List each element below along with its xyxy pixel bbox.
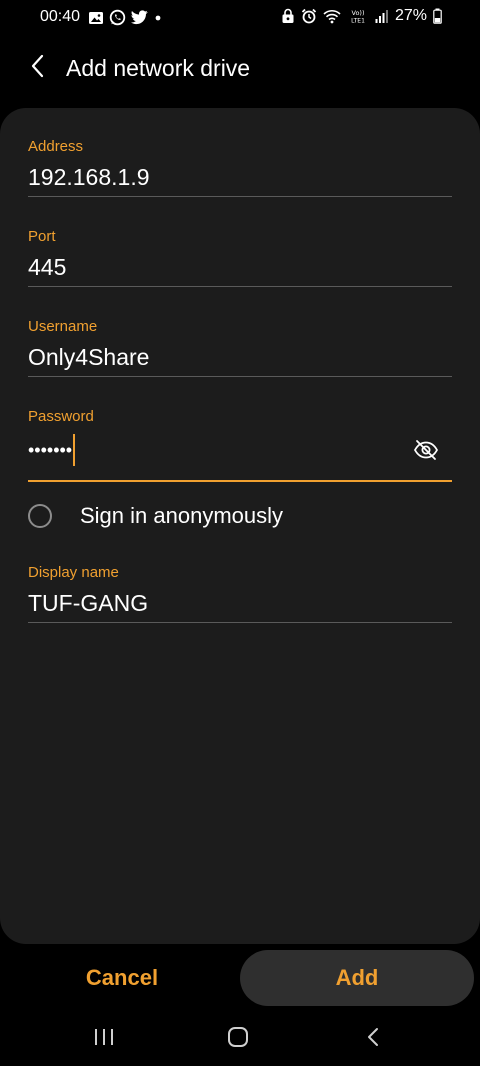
notification-dot-icon <box>153 10 163 26</box>
volte-icon: Vo)) LTE1 <box>347 8 369 24</box>
port-field[interactable]: Port 445 <box>28 228 452 287</box>
home-icon <box>227 1026 249 1053</box>
port-underline <box>28 286 452 287</box>
username-label: Username <box>28 318 98 335</box>
display-name-field[interactable]: Display name TUF-GANG <box>28 564 452 623</box>
cancel-button[interactable]: Cancel <box>4 950 240 1006</box>
address-label: Address <box>28 138 84 155</box>
display-name-underline <box>28 622 452 623</box>
app-bar: Add network drive <box>0 40 480 96</box>
password-value: ••••••• <box>28 440 73 460</box>
recents-icon <box>93 1028 115 1051</box>
svg-text:LTE1: LTE1 <box>351 18 365 25</box>
status-system-icons: Vo)) LTE1 27% <box>275 7 442 25</box>
anonymous-radio[interactable] <box>28 504 52 528</box>
username-underline <box>28 376 452 377</box>
status-notification-icons <box>88 9 168 26</box>
port-input[interactable]: 445 <box>28 252 452 282</box>
bottom-actions: Cancel Add <box>0 948 480 1008</box>
system-nav-bar <box>0 1012 480 1066</box>
svg-text:Vo)): Vo)) <box>351 9 364 17</box>
password-visibility-toggle[interactable] <box>412 438 440 466</box>
display-name-input[interactable]: TUF-GANG <box>28 588 452 618</box>
text-cursor <box>73 434 75 466</box>
anonymous-label: Sign in anonymously <box>80 503 284 528</box>
lock-icon <box>281 8 295 24</box>
whatsapp-icon <box>109 9 126 26</box>
status-bar: 00:40 Vo)) LTE1 27% <box>0 0 480 36</box>
username-field[interactable]: Username Only4Share <box>28 318 452 377</box>
back-icon <box>366 1027 380 1052</box>
status-time: 00:40 <box>40 8 81 25</box>
signal-icon <box>375 9 389 23</box>
recents-button[interactable] <box>84 1024 124 1054</box>
password-label: Password <box>28 408 94 425</box>
address-input[interactable]: 192.168.1.9 <box>28 162 452 192</box>
home-button[interactable] <box>218 1024 258 1054</box>
password-underline <box>28 480 452 482</box>
nav-back-button[interactable] <box>353 1024 393 1054</box>
gallery-icon <box>88 10 104 26</box>
wifi-icon <box>323 8 341 24</box>
password-field[interactable]: Password ••••••• <box>28 408 452 482</box>
chevron-left-icon <box>30 54 46 83</box>
sign-in-anonymously-option[interactable]: Sign in anonymously <box>28 496 452 536</box>
page-title: Add network drive <box>66 55 251 81</box>
form-card: Address 192.168.1.9 Port 445 Username On… <box>0 108 480 944</box>
add-button[interactable]: Add <box>240 950 474 1006</box>
alarm-icon <box>301 8 317 24</box>
address-underline <box>28 196 452 197</box>
twitter-icon <box>131 10 148 25</box>
eye-off-icon <box>413 439 439 466</box>
back-button[interactable] <box>22 52 54 84</box>
battery-percent: 27% <box>394 7 427 24</box>
password-input[interactable]: ••••••• <box>28 432 452 468</box>
username-input[interactable]: Only4Share <box>28 342 452 372</box>
address-field[interactable]: Address 192.168.1.9 <box>28 138 452 197</box>
display-name-label: Display name <box>28 564 119 581</box>
battery-icon <box>433 8 442 24</box>
port-label: Port <box>28 228 56 245</box>
